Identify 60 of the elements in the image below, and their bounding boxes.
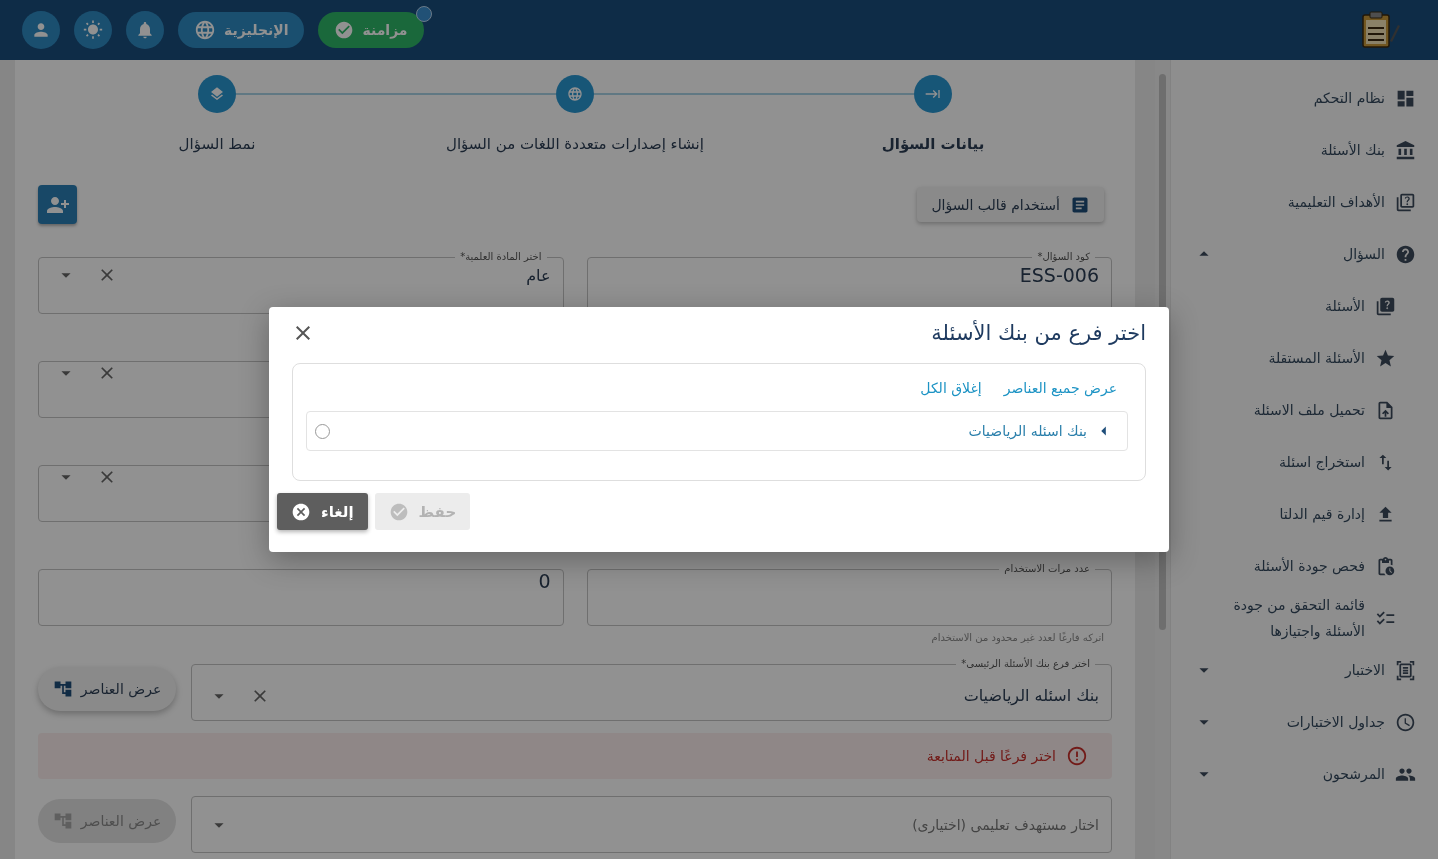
step-label[interactable]: إنشاء إصدارات متعددة اللغات من السؤال — [446, 135, 704, 153]
question-icon — [1395, 243, 1416, 265]
sun-icon — [83, 20, 103, 40]
tree-icon — [52, 811, 73, 831]
sidebar-item[interactable]: فحص جودة الأسئلة — [1181, 540, 1416, 592]
tree-link[interactable]: إغلاق الكل — [920, 380, 982, 396]
field-label: اختر المادة العلمية* — [459, 250, 543, 264]
sidebar-item[interactable]: إدارة قيم الدلتا — [1181, 488, 1416, 540]
select-field[interactable]: اختار مستهدف تعليمى (اختيارى) — [191, 796, 1112, 853]
add-user-button[interactable] — [38, 185, 77, 224]
step-circle[interactable] — [198, 75, 236, 113]
sidebar-item[interactable]: جداول الاختبارات — [1181, 696, 1416, 748]
select-field[interactable]: اختر فرع بنك الأسئلة الرئيسى* بنك اسئله الرياضيات — [191, 657, 1112, 721]
sidebar-item[interactable]: تحميل ملف الاسئلة — [1181, 384, 1416, 436]
sidebar-item[interactable]: الأسئلة — [1181, 280, 1416, 332]
error-icon — [1066, 745, 1088, 767]
sidebar-item[interactable]: الاختبار — [1181, 644, 1416, 696]
field-label: عدد مرات الاستخدام — [1003, 562, 1091, 576]
notifications-button[interactable] — [126, 11, 164, 49]
tree-icon — [52, 679, 73, 699]
question-stack-icon — [1375, 295, 1396, 317]
tree-link[interactable]: عرض جميع العناصر — [1003, 380, 1117, 396]
step-circle[interactable] — [914, 75, 952, 113]
tree-item[interactable]: بنك اسئله الرياضيات — [306, 411, 1128, 451]
cancel-button[interactable]: إلغاء — [277, 493, 368, 530]
globe-icon — [567, 86, 583, 102]
input-field[interactable]: عدد مرات الاستخدام — [586, 562, 1112, 626]
template-button[interactable]: أستخدام قالب السؤال — [917, 187, 1104, 222]
show-items-button[interactable]: عرض العناصر — [38, 667, 176, 711]
layers-icon — [209, 86, 225, 102]
step-circle[interactable] — [556, 75, 594, 113]
sidebar-item[interactable]: المرشحون — [1181, 748, 1416, 800]
sidebar-item[interactable]: استخراج اسئلة — [1181, 436, 1416, 488]
field-label: كود السؤال* — [1036, 250, 1091, 264]
step-label[interactable]: بيانات السؤال — [881, 135, 985, 153]
bank-icon — [1395, 139, 1416, 161]
bell-icon — [135, 20, 155, 40]
sidebar-item[interactable]: الأسئلة المستقلة — [1181, 332, 1416, 384]
field-label: اختر فرع بنك الأسئلة الرئيسى* — [960, 657, 1091, 671]
language-button[interactable]: الإنجليزية — [178, 12, 305, 48]
step-label[interactable]: نمط السؤال — [178, 135, 256, 153]
exam-clipboard-icon — [1360, 11, 1400, 49]
sidebar-item[interactable]: نظام التحكم — [1181, 72, 1416, 124]
sidebar-item[interactable]: بنك الأسئلة — [1181, 124, 1416, 176]
clock-icon — [1395, 711, 1416, 733]
globe-icon — [194, 19, 216, 41]
star-icon — [1375, 347, 1396, 369]
helper-text: اتركه فارغًا لعدد غير محدود من الاستخدام — [930, 632, 1105, 643]
theme-button[interactable] — [74, 11, 112, 49]
error-text: اختر فرعًا قبل المتابعة — [926, 748, 1056, 764]
sidebar-item[interactable]: الأهداف التعليمية — [1181, 176, 1416, 228]
sidebar-item[interactable]: قائمة التحقق من جودة الأسئلة واجتيازها — [1181, 592, 1416, 644]
question-stack-icon — [1395, 191, 1416, 213]
sidebar-item[interactable]: السؤال — [1181, 228, 1416, 280]
profile-button[interactable] — [22, 11, 60, 49]
document-scan-icon — [1395, 659, 1416, 681]
file-upload-icon — [1375, 399, 1396, 421]
status-dot — [415, 6, 432, 22]
input-field[interactable]: 0 — [38, 569, 564, 626]
dialog-title: اختر فرع من بنك الأسئلة — [931, 321, 1146, 345]
